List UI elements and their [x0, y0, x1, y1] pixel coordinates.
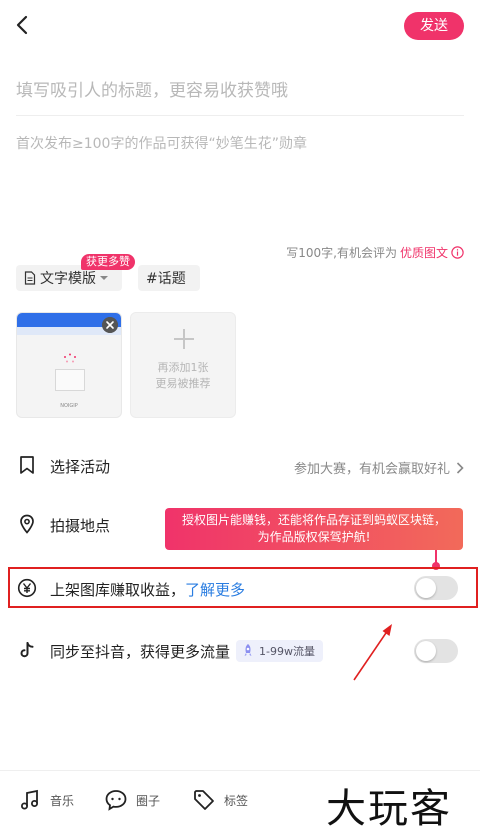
remove-image-icon[interactable] — [102, 317, 118, 333]
title-input[interactable]: 填写吸引人的标题，更容易收获赞哦 — [16, 76, 288, 101]
select-activity-label[interactable]: 选择活动 — [50, 456, 110, 477]
chevron-right-icon — [456, 461, 464, 474]
traffic-badge: 1-99w流量 — [236, 640, 323, 662]
loading-dots-icon — [64, 353, 76, 363]
quality-hint: 写100字,有机会评为 优质图文 — [286, 244, 464, 261]
topic-chip[interactable]: #话题 — [138, 265, 200, 291]
add-image-tile[interactable]: 再添加1张 更易被推荐 — [130, 312, 236, 418]
add-image-line1: 再添加1张 — [157, 361, 209, 374]
shooting-location-label[interactable]: 拍摄地点 — [50, 515, 110, 536]
music-note-icon — [21, 789, 38, 810]
tag-icon — [194, 790, 214, 810]
gallery-earnings-label: 上架图库赚取收益， — [50, 581, 186, 599]
template-chip-label: 文字模版 — [40, 271, 96, 287]
gallery-toggle[interactable] — [414, 576, 458, 600]
circle-button[interactable]: 圈子 — [104, 788, 160, 812]
music-button[interactable]: 音乐 — [18, 788, 74, 812]
thumb-footer-text: NOIGIP — [60, 403, 78, 409]
activity-hint[interactable]: 参加大赛，有机会赢取好礼 — [294, 458, 464, 477]
plus-icon — [174, 329, 194, 349]
divider — [16, 115, 464, 116]
body-input[interactable]: 首次发布≥100字的作品可获得“妙笔生花”勋章 — [16, 133, 307, 153]
watermark-text: 大玩客 — [326, 786, 452, 831]
more-likes-badge: 获更多赞 — [81, 254, 135, 270]
back-arrow-icon[interactable] — [12, 14, 34, 36]
circle-label: 圈子 — [136, 793, 161, 808]
rocket-icon — [244, 644, 252, 656]
tooltip-line1: 授权图片能赚钱，还能将作品存证到蚂蚁区块链， — [181, 513, 446, 527]
hint-text: 写100字,有机会评为 — [286, 246, 397, 260]
toggle-knob — [416, 641, 436, 661]
chat-bubble-icon — [105, 790, 127, 811]
hint-highlight: 优质图文 — [399, 246, 448, 260]
douyin-icon — [20, 642, 34, 658]
sync-douyin-label: 同步至抖音，获得更多流量 — [50, 643, 231, 661]
bottom-divider — [0, 770, 480, 771]
traffic-badge-text: 1-99w流量 — [259, 645, 315, 658]
activity-hint-text: 参加大赛，有机会赢取好礼 — [293, 462, 450, 477]
music-label: 音乐 — [50, 793, 75, 808]
toggle-knob — [416, 578, 436, 598]
yen-icon — [17, 578, 37, 598]
gallery-earnings-row: 上架图库赚取收益，了解更多 — [50, 579, 245, 600]
document-icon — [24, 271, 36, 285]
learn-more-link[interactable]: 了解更多 — [185, 581, 245, 599]
dropdown-arrow-icon — [100, 276, 108, 280]
blockchain-tooltip: 授权图片能赚钱，还能将作品存证到蚂蚁区块链， 为作品版权保驾护航! — [165, 508, 463, 550]
info-icon[interactable] — [451, 246, 464, 259]
tag-label: 标签 — [224, 793, 249, 808]
add-image-line2: 更易被推荐 — [155, 377, 211, 390]
location-pin-icon — [20, 514, 34, 534]
annotation-arrow-icon — [353, 624, 392, 681]
thumb-placeholder-box — [55, 369, 85, 391]
tooltip-line2: 为作品版权保驾护航! — [257, 530, 371, 544]
tag-button[interactable]: 标签 — [192, 788, 248, 812]
send-button[interactable]: 发送 — [404, 12, 464, 40]
douyin-toggle[interactable] — [414, 639, 458, 663]
bookmark-icon — [20, 456, 34, 474]
